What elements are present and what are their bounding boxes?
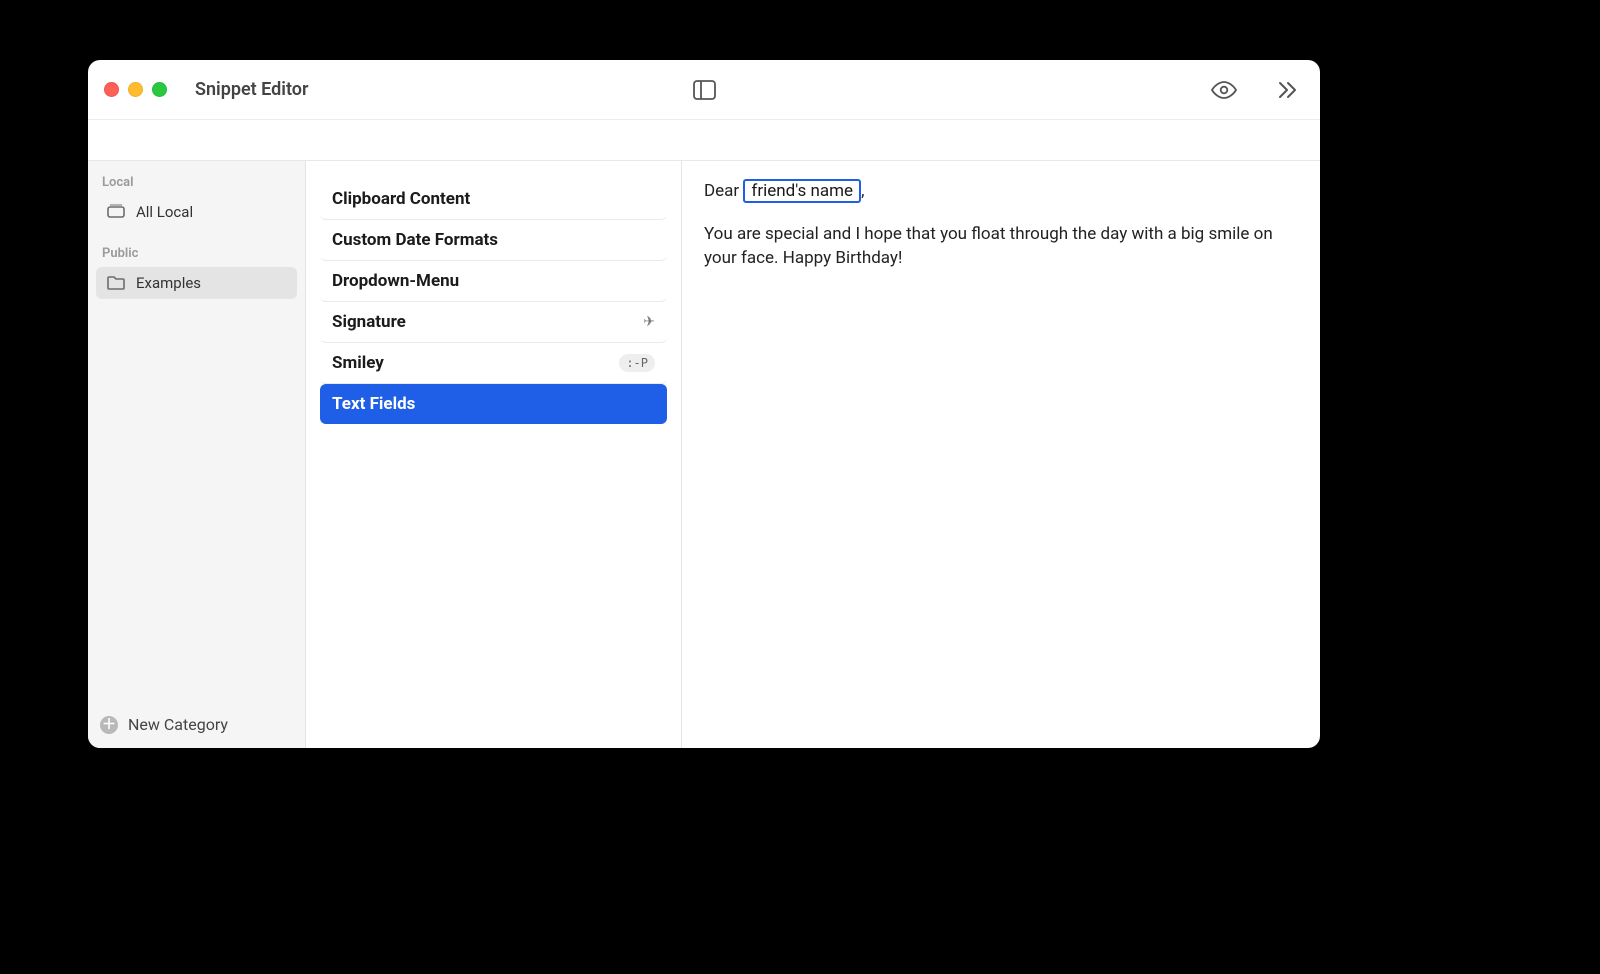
- main-body: Local All Local Public: [88, 161, 1320, 748]
- text-field-token[interactable]: friend's name: [743, 179, 861, 203]
- sidebar-layout-icon: [693, 80, 716, 100]
- snippet-row-signature[interactable]: Signature ✈︎: [320, 302, 667, 343]
- snippet-trailing-badge: :-P: [619, 354, 655, 372]
- eye-icon: [1210, 80, 1238, 100]
- toolbar-secondary: [88, 120, 1320, 161]
- snippet-row-clipboard-content[interactable]: Clipboard Content: [320, 179, 667, 220]
- editor-line-greeting: Dear friend's name,: [704, 179, 1298, 204]
- snippet-label: Signature: [332, 312, 406, 332]
- sidebar: Local All Local Public: [88, 161, 306, 748]
- snippet-row-smiley[interactable]: Smiley :-P: [320, 343, 667, 384]
- snippet-label: Dropdown-Menu: [332, 271, 459, 291]
- preview-button[interactable]: [1210, 76, 1238, 104]
- snippet-label: Smiley: [332, 353, 384, 373]
- sidebar-section-public: Public: [88, 242, 305, 265]
- stack-icon: [106, 202, 126, 222]
- sidebar-item-label: Examples: [136, 274, 201, 292]
- sidebar-section-local: Local: [88, 171, 305, 194]
- sidebar-item-examples[interactable]: Examples: [96, 267, 297, 299]
- zoom-window-button[interactable]: [152, 82, 167, 97]
- titlebar: Snippet Editor: [88, 60, 1320, 120]
- sidebar-item-all-local[interactable]: All Local: [96, 196, 297, 228]
- snippet-label: Text Fields: [332, 394, 415, 414]
- sidebar-toggle-button[interactable]: [690, 76, 718, 104]
- snippet-row-dropdown-menu[interactable]: Dropdown-Menu: [320, 261, 667, 302]
- close-window-button[interactable]: [104, 82, 119, 97]
- app-title: Snippet Editor: [195, 79, 308, 100]
- folder-icon: [106, 273, 126, 293]
- overflow-menu-button[interactable]: [1274, 76, 1302, 104]
- snippet-label: Clipboard Content: [332, 189, 470, 209]
- editor-pane[interactable]: Dear friend's name, You are special and …: [682, 161, 1320, 748]
- sidebar-item-label: All Local: [136, 203, 193, 221]
- new-category-button[interactable]: ＋ New Category: [100, 715, 293, 734]
- minimize-window-button[interactable]: [128, 82, 143, 97]
- app-window: Snippet Editor: [88, 60, 1320, 748]
- window-controls: [104, 82, 167, 97]
- snippet-list: Clipboard Content Custom Date Formats Dr…: [306, 161, 682, 748]
- greeting-prefix: Dear: [704, 181, 743, 201]
- plus-circle-icon: ＋: [100, 716, 118, 734]
- editor-body-text: You are special and I hope that you floa…: [704, 222, 1298, 271]
- new-category-label: New Category: [128, 715, 228, 734]
- snippet-row-text-fields[interactable]: Text Fields: [320, 384, 667, 424]
- greeting-suffix: ,: [861, 181, 864, 201]
- chevrons-right-icon: [1277, 80, 1299, 100]
- snippet-row-custom-date-formats[interactable]: Custom Date Formats: [320, 220, 667, 261]
- snippet-trailing-glyph: ✈︎: [643, 314, 655, 330]
- snippet-label: Custom Date Formats: [332, 230, 498, 250]
